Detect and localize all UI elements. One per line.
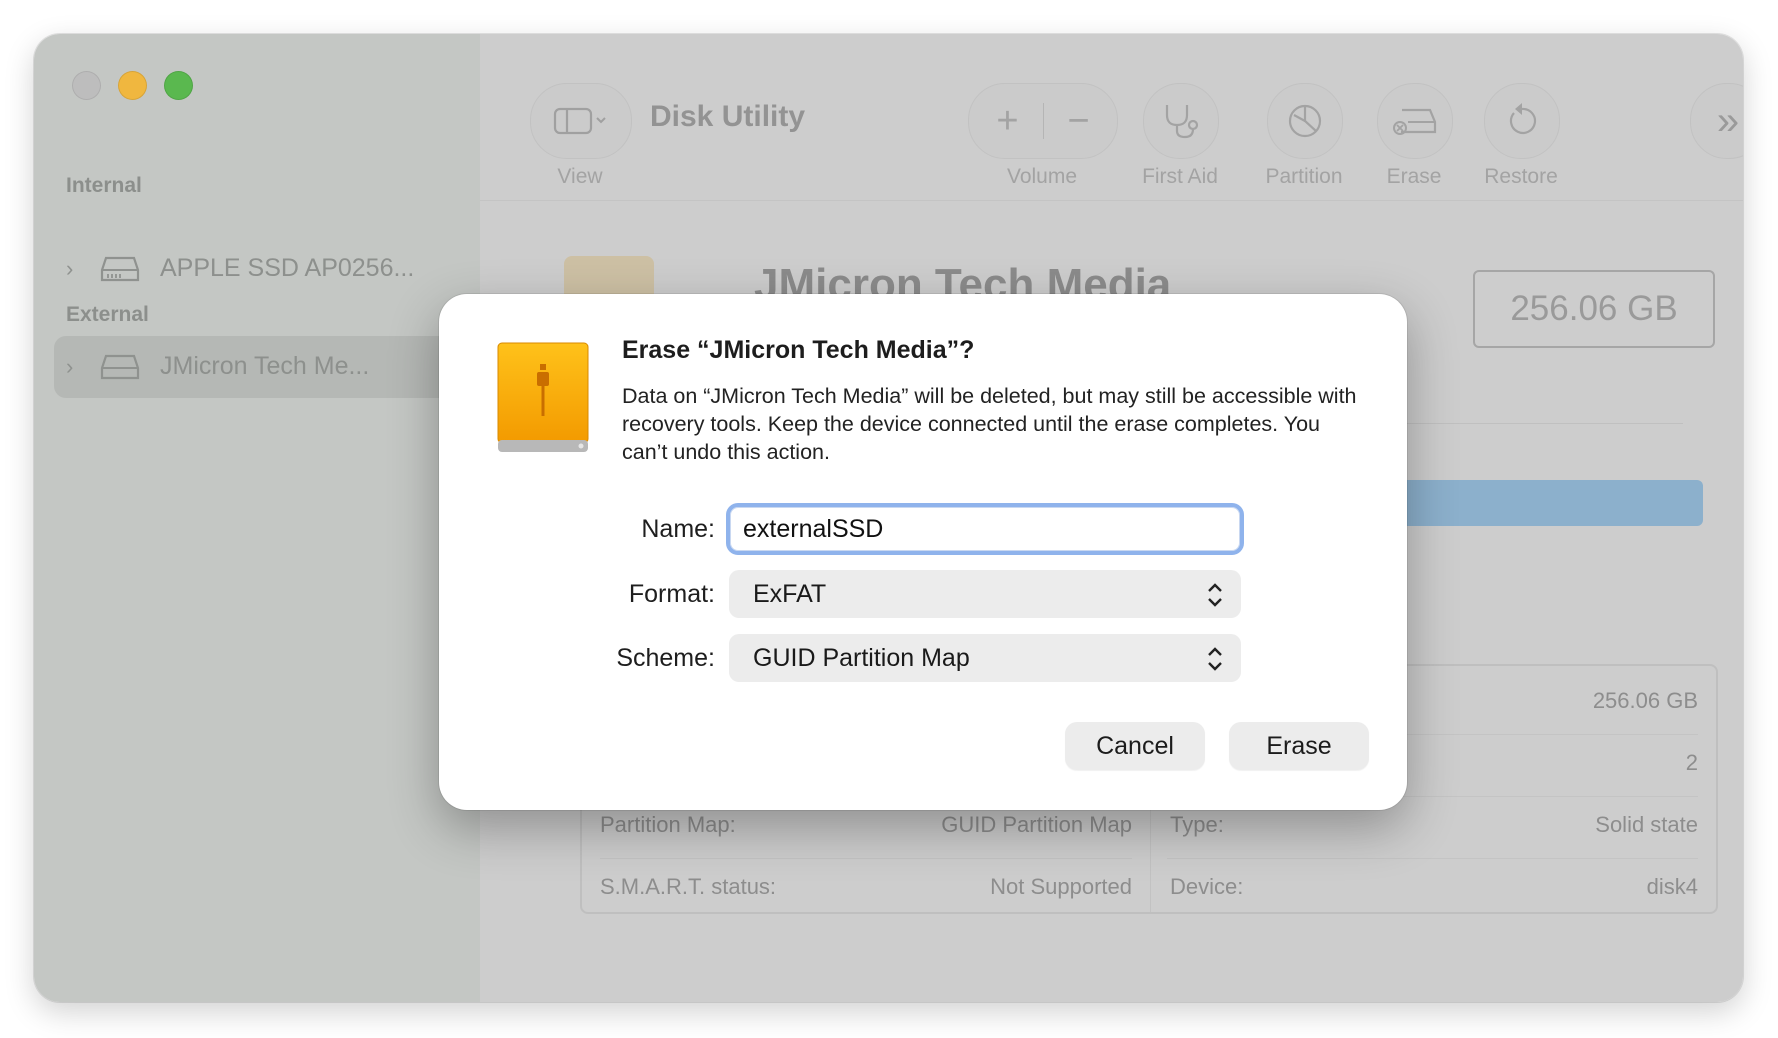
minimize-button[interactable] (118, 71, 147, 100)
cancel-button[interactable]: Cancel (1065, 722, 1205, 770)
restore-button[interactable] (1484, 83, 1560, 159)
restore-label: Restore (1484, 165, 1558, 188)
info-row-line (600, 858, 1132, 859)
info-smart-label: S.M.A.R.T. status: (600, 874, 777, 899)
info-smart-value: Not Supported (990, 874, 1132, 899)
sidebar-item-jmicron[interactable]: › JMicron Tech Me... (54, 336, 474, 398)
volume-button-group: + − (968, 83, 1118, 159)
detail-separator (1404, 423, 1683, 424)
add-volume-icon[interactable]: + (973, 100, 1043, 143)
close-button[interactable] (72, 71, 101, 100)
info-type-value: Solid state (1595, 812, 1698, 837)
info-capacity-value: 256.06 GB (1592, 688, 1698, 713)
erase-toolbar-label: Erase (1386, 165, 1442, 188)
sidebar-item-apple-ssd[interactable]: › APPLE SSD AP0256... (54, 238, 474, 300)
erase-disk-icon (1393, 108, 1437, 135)
name-label: Name: (641, 515, 715, 543)
format-select[interactable]: ExFAT (729, 570, 1241, 618)
info-row-line (1167, 858, 1698, 859)
chevron-right-icon[interactable]: › (66, 256, 73, 282)
sidebar-section-internal: Internal (66, 174, 142, 197)
name-input[interactable] (726, 503, 1244, 555)
capacity-badge: 256.06 GB (1473, 270, 1715, 348)
sidebar-toggle-icon (553, 107, 606, 135)
toolbar-divider (480, 200, 1743, 201)
chevron-right-icon[interactable]: › (66, 354, 73, 380)
app-title: Disk Utility (650, 100, 806, 133)
info-child-count-value: 2 (1685, 750, 1698, 775)
restore-arrow-icon (1509, 103, 1537, 134)
more-toolbar-items-icon[interactable]: » (1690, 83, 1743, 159)
info-partition-map-label: Partition Map: (600, 812, 736, 837)
info-device-value: disk4 (1646, 874, 1698, 899)
disk-utility-window: Internal › APPLE SSD AP0256... External … (34, 34, 1743, 1002)
erase-toolbar-button[interactable] (1377, 83, 1453, 159)
scheme-select[interactable]: GUID Partition Map (729, 634, 1241, 682)
external-drive-icon (497, 342, 589, 452)
first-aid-button[interactable] (1143, 83, 1219, 159)
scheme-value: GUID Partition Map (753, 644, 970, 672)
sidebar-section-external: External (66, 303, 149, 326)
volume-label: Volume (1006, 165, 1078, 188)
remove-volume-icon[interactable]: − (1044, 100, 1114, 143)
scheme-label: Scheme: (616, 644, 715, 672)
dialog-title: Erase “JMicron Tech Media”? (622, 336, 975, 364)
partition-button[interactable] (1267, 83, 1343, 159)
dialog-message: Data on “JMicron Tech Media” will be del… (622, 384, 1357, 464)
stethoscope-icon (1165, 105, 1199, 139)
info-type-label: Type: (1170, 812, 1224, 837)
format-label: Format: (628, 580, 715, 608)
erase-dialog: Erase “JMicron Tech Media”? Data on “JMi… (439, 294, 1407, 810)
info-partition-map-value: GUID Partition Map (941, 812, 1132, 837)
usage-bar (1404, 480, 1703, 526)
view-label: View (557, 165, 603, 188)
first-aid-label: First Aid (1142, 165, 1218, 188)
info-device-label: Device: (1170, 874, 1244, 899)
sidebar: Internal › APPLE SSD AP0256... External … (34, 34, 480, 1002)
external-disk-icon (100, 354, 140, 380)
sidebar-item-label: JMicron Tech Me... (160, 352, 370, 380)
zoom-button[interactable] (164, 71, 193, 100)
pie-chart-icon (1288, 104, 1322, 138)
view-button[interactable] (530, 83, 632, 159)
up-down-chevron-icon (1208, 647, 1222, 671)
sidebar-item-label: APPLE SSD AP0256... (160, 254, 415, 282)
internal-disk-icon (100, 256, 140, 282)
up-down-chevron-icon (1208, 583, 1222, 607)
erase-button[interactable]: Erase (1229, 722, 1369, 770)
format-value: ExFAT (753, 580, 827, 608)
partition-label: Partition (1265, 165, 1343, 188)
